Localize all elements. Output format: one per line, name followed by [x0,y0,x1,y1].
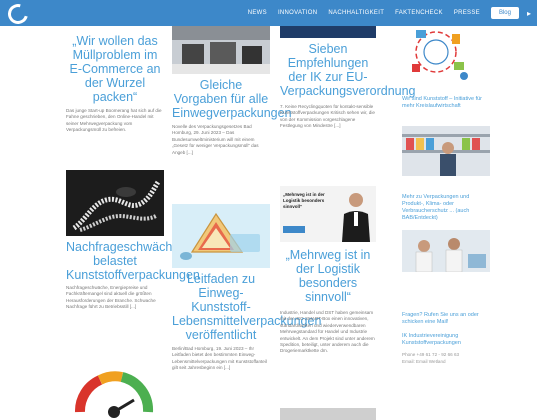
mehrweg-person-image[interactable]: „Mehrweg ist in der Logistik besonders s… [280,186,376,242]
top-navigation-bar: NEWS INNOVATION NACHHALTIGKEIT FAKTENCHE… [0,0,537,28]
ik-logo-icon [283,226,305,233]
contact-email[interactable]: Email: Email Wetland [402,359,490,366]
blog-button[interactable]: Blog [490,7,519,19]
main-nav: NEWS INNOVATION NACHHALTIGKEIT FAKTENCHE… [248,0,537,26]
sidebar-link-wir-sind-kunststoff[interactable]: Wir sind Kunststoff – Initiative für meh… [402,96,482,110]
mehrweg-image-caption: „Mehrweg ist in der Logistik besonders s… [283,192,325,209]
person-icon [342,193,370,242]
dominoes-illustration [66,170,164,236]
supermarket-shelves-illustration [402,126,490,176]
article-title-boomerang[interactable]: „Wir wollen das Müllproblem im E-Commerc… [66,34,164,104]
column-1: „Wir wollen das Müllproblem im E-Commerc… [66,26,164,134]
gauge-icon: Klima-Kompass [75,371,154,418]
logo-icon[interactable] [4,0,32,28]
nav-item-nachhaltigkeit[interactable]: NACHHALTIGKEIT [328,10,384,16]
nav-arrow-icon[interactable]: ▸ [527,9,531,18]
article-excerpt-einweg: Novelle des Verpackungsgesetzes Bad Homb… [172,124,259,155]
laboratory-illustration [402,230,490,272]
sandwich-image[interactable] [172,204,270,268]
klima-gauge-image[interactable]: Klima-Kompass [66,366,164,420]
column-3-article-2: „Mehrweg ist in der Logistik besonders s… [280,248,376,355]
article-title-empfehlungen[interactable]: Sieben Empfehlungen der IK zur EU-Verpac… [280,42,416,98]
contact-org[interactable]: IK Industrievereinigung Kunststoffverpac… [402,333,490,347]
column-3-article-1: Sieben Empfehlungen der IK zur EU-Verpac… [280,42,416,130]
column-2-article-1: Gleiche Vorgaben für alle Einwegverpacku… [172,78,292,156]
nav-item-innovation[interactable]: INNOVATION [278,10,317,16]
supermarket-image[interactable] [402,126,490,176]
article-excerpt-nachfrage: Nachfrageschwäche, Energiepreise und Fac… [66,285,156,310]
article-title-einweg[interactable]: Gleiche Vorgaben für alle Einwegverpacku… [172,78,292,120]
lab-image[interactable] [402,230,490,272]
article-title-nachfrage[interactable]: Nachfrageschwäche belastet Kunststoffver… [66,240,200,282]
cycle-icon [412,30,468,80]
sidebar-contact: Fragen? Rufen Sie uns an oder schicken e… [402,312,490,365]
packaging-photo[interactable] [172,26,270,74]
column-2-article-2: Leitfaden zu Einweg-Kunststoff-Lebensmit… [172,272,321,372]
dominoes-image[interactable] [66,170,164,236]
sidebar-link-2-wrap: Mehr zu Verpackungen und Produkt-, Klima… [402,194,490,222]
contact-phone[interactable]: Phone +49 61 72 - 92 66 63 [402,352,490,359]
sidebar-link-1-wrap: Wir sind Kunststoff – Initiative für meh… [402,96,482,110]
column-1-article-2: Nachfrageschwäche belastet Kunststoffver… [66,240,200,311]
eu-image[interactable] [280,26,376,38]
sidebar-link-mehr-verpackungen[interactable]: Mehr zu Verpackungen und Produkt-, Klima… [402,194,490,222]
contact-question: Fragen? Rufen Sie uns an oder schicken e… [402,312,479,325]
packaging-photo-illustration [172,26,270,74]
nav-item-faktencheck[interactable]: FAKTENCHECK [395,10,443,16]
gauge-label: Klima-Kompass [102,385,130,390]
article-title-leitfaden[interactable]: Leitfaden zu Einweg-Kunststoff-Lebensmit… [172,272,321,342]
article-excerpt-boomerang: Das junge Start-up Boomerang hat sich au… [66,108,162,133]
nav-item-presse[interactable]: PRESSE [454,10,480,16]
article-excerpt-mehrweg: Industrie, Handel und DST haben gemeinsa… [280,310,375,354]
article-title-mehrweg[interactable]: „Mehrweg ist in der Logistik besonders s… [280,248,376,304]
nav-item-news[interactable]: NEWS [248,10,267,16]
article-excerpt-leitfaden: Berlin/Bad Homburg, 19. Juni 2023 – Ihr … [172,346,267,371]
article-excerpt-empfehlungen: 7. Keine Recyclingquoten für kontakt-sen… [280,104,375,129]
sandwich-illustration [172,204,270,268]
kreislauf-illustration[interactable] [402,26,476,82]
bottom-article-image[interactable] [280,408,376,420]
